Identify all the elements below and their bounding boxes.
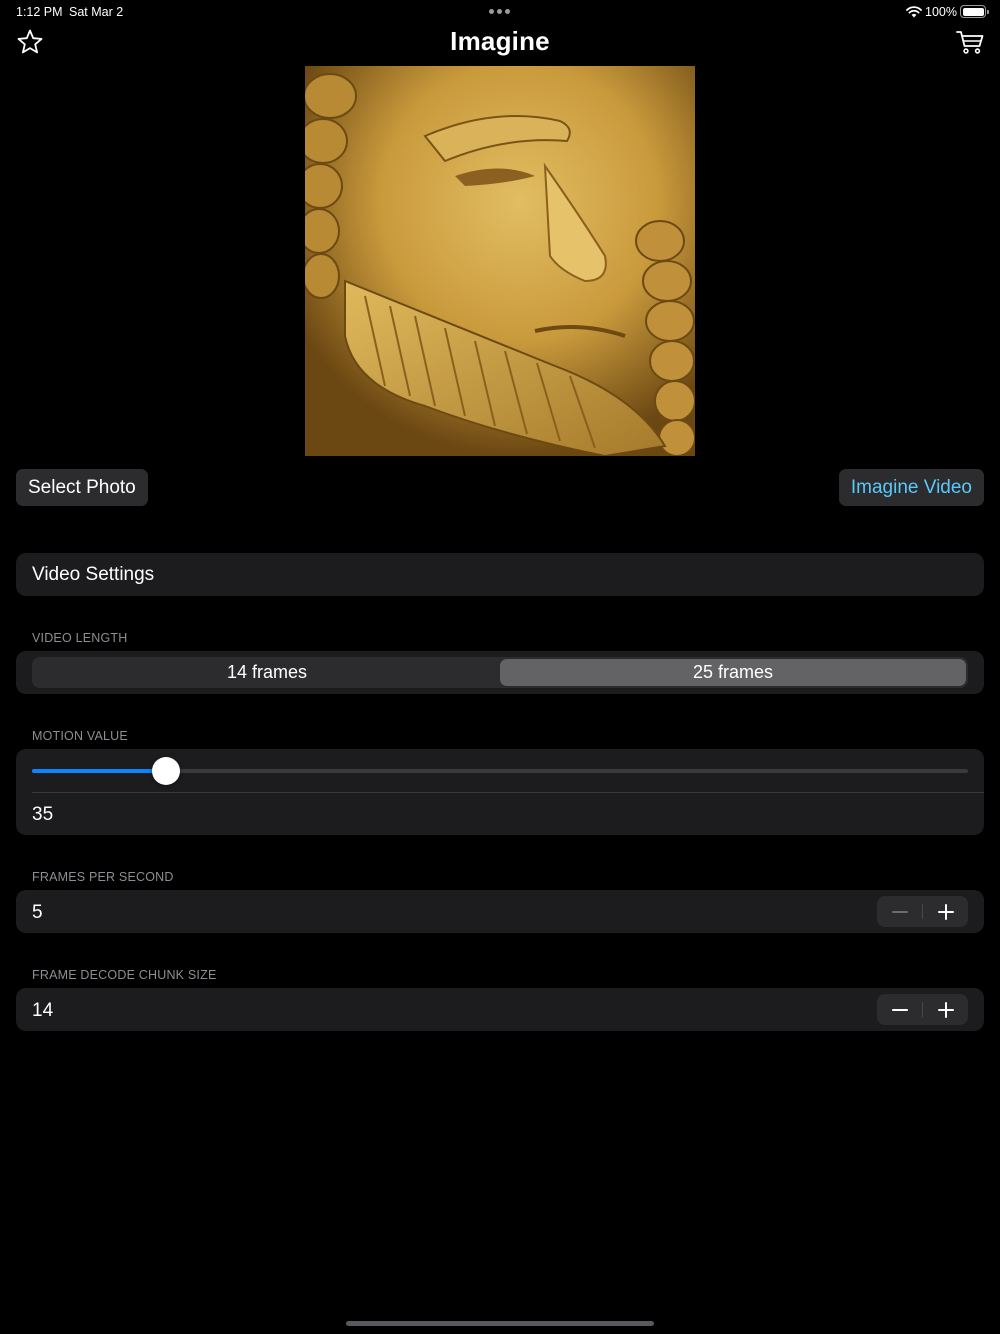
imagine-video-button[interactable]: Imagine Video — [838, 469, 984, 506]
cart-icon — [956, 31, 984, 54]
video-settings-header[interactable]: Video Settings — [16, 553, 984, 596]
motion-value-card: 35 — [16, 749, 984, 835]
video-length-card: 14 frames 25 frames — [16, 651, 984, 694]
status-date: Sat Mar 2 — [69, 5, 124, 19]
segment-14-frames[interactable]: 14 frames — [34, 659, 500, 686]
fps-value: 5 — [32, 902, 43, 923]
chunk-size-label: FRAME DECODE CHUNK SIZE — [32, 968, 217, 982]
segment-25-frames[interactable]: 25 frames — [500, 659, 966, 686]
multitasking-dots-icon[interactable] — [489, 9, 510, 14]
preview-image — [305, 66, 695, 456]
battery-percentage: 100% — [925, 5, 957, 19]
divider — [32, 792, 984, 793]
status-time: 1:12 PM — [16, 5, 63, 19]
slider-thumb[interactable] — [151, 757, 180, 785]
home-indicator[interactable] — [346, 1321, 654, 1326]
wifi-icon — [906, 6, 922, 18]
fps-card: 5 — [16, 890, 984, 933]
favorite-button[interactable] — [16, 28, 44, 56]
slider-fill — [32, 769, 166, 773]
video-length-label: VIDEO LENGTH — [32, 631, 128, 645]
chunk-size-decrement-button[interactable] — [877, 994, 922, 1025]
plus-icon — [937, 1001, 954, 1018]
battery-icon — [960, 5, 989, 18]
page-title: Imagine — [450, 26, 550, 56]
status-bar: 1:12 PM Sat Mar 2 100% — [0, 0, 1000, 24]
select-photo-button[interactable]: Select Photo — [16, 469, 148, 506]
chunk-size-value: 14 — [32, 1000, 54, 1021]
motion-value: 35 — [32, 804, 54, 825]
minus-icon — [891, 910, 908, 913]
motion-value-label: MOTION VALUE — [32, 729, 128, 743]
minus-icon — [891, 1008, 908, 1011]
chunk-size-card: 14 — [16, 988, 984, 1031]
motion-slider[interactable] — [32, 757, 968, 785]
fps-stepper[interactable] — [877, 896, 968, 927]
chunk-size-increment-button[interactable] — [923, 994, 968, 1025]
fps-label: FRAMES PER SECOND — [32, 870, 174, 884]
star-icon — [17, 29, 43, 54]
chunk-size-stepper[interactable] — [877, 994, 968, 1025]
fps-decrement-button[interactable] — [877, 896, 922, 927]
battery-level-fill — [962, 7, 984, 16]
plus-icon — [937, 903, 954, 920]
fps-increment-button[interactable] — [923, 896, 968, 927]
cart-button[interactable] — [955, 28, 985, 56]
video-length-segmented-control[interactable]: 14 frames 25 frames — [32, 657, 968, 688]
